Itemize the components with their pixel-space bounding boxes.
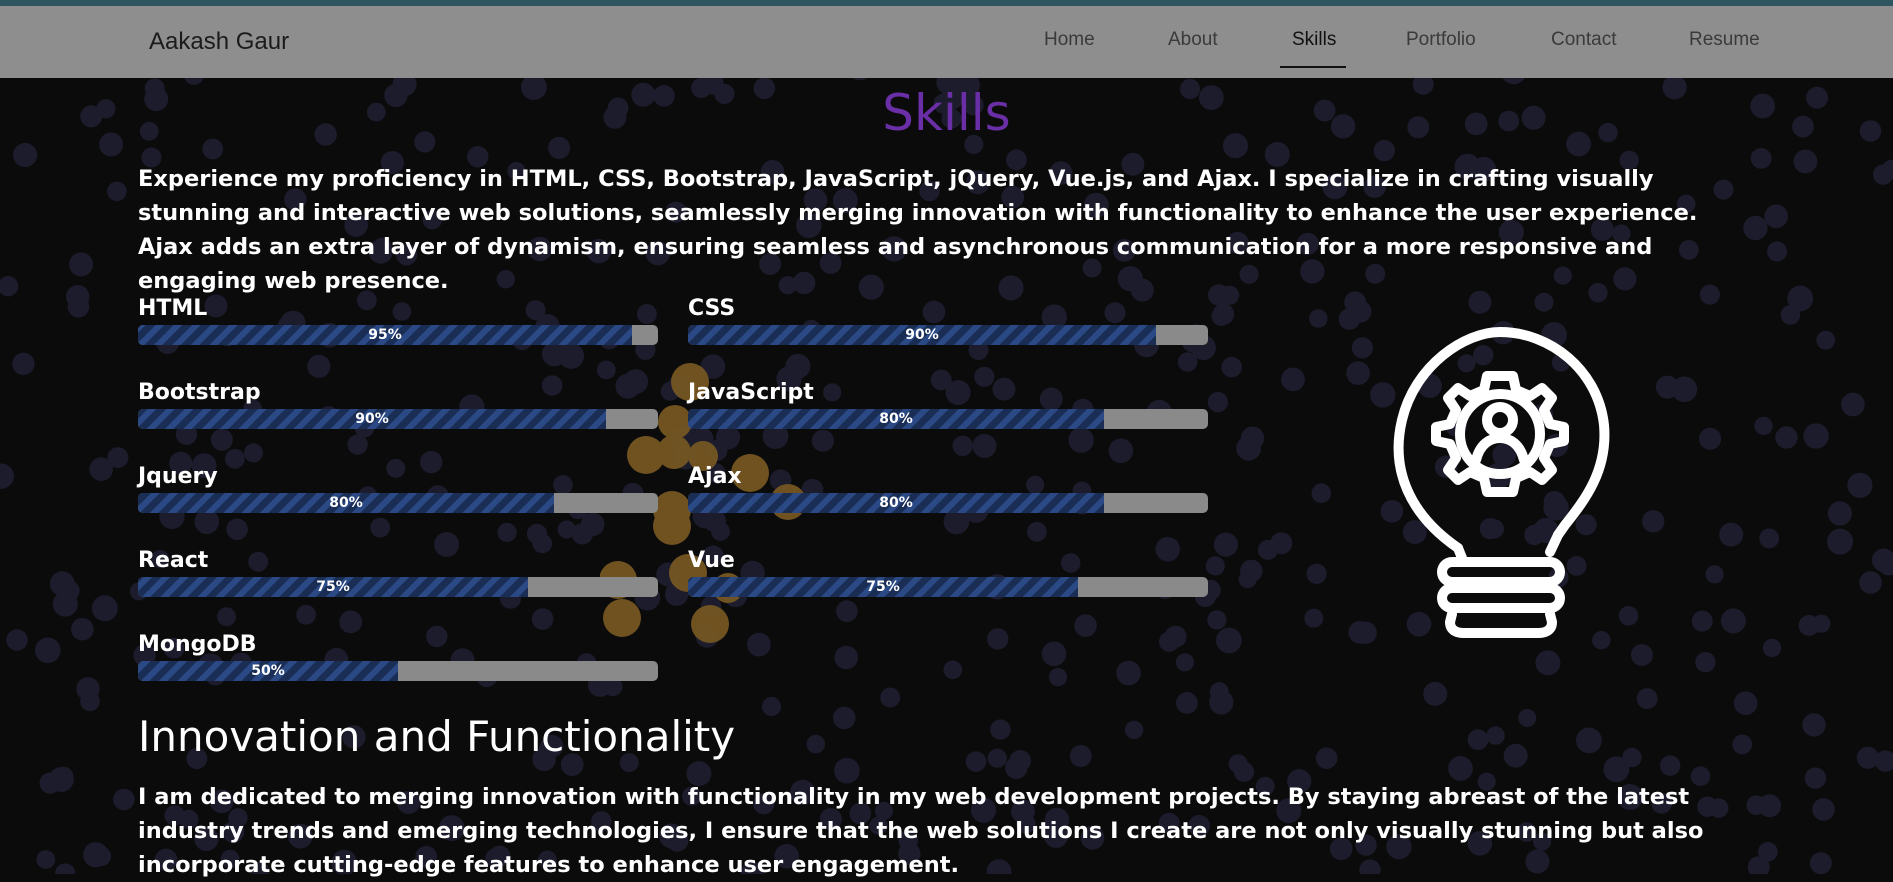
skill-progress-bar: 90% <box>688 325 1208 345</box>
nav-link-portfolio[interactable]: Portfolio <box>1406 29 1476 51</box>
skill-percent: 75% <box>866 579 900 595</box>
skill-percent: 90% <box>905 327 939 343</box>
skill-label: Ajax <box>688 464 742 489</box>
skill-ajax: Ajax 80% <box>688 464 1208 513</box>
skill-label: JavaScript <box>688 380 814 405</box>
page-title: Skills <box>882 84 1011 142</box>
skill-vue: Vue 75% <box>688 548 1208 597</box>
skill-progress-bar: 75% <box>688 577 1208 597</box>
skill-progress-bar: 75% <box>138 577 658 597</box>
skill-percent: 90% <box>355 411 389 427</box>
nav-link-skills[interactable]: Skills <box>1292 29 1336 51</box>
skill-progress-bar: 95% <box>138 325 658 345</box>
skill-label: CSS <box>688 296 736 321</box>
skill-react: React 75% <box>138 548 658 597</box>
skill-percent: 50% <box>251 663 285 679</box>
skill-percent: 80% <box>879 411 913 427</box>
skill-progress-bar: 80% <box>138 493 658 513</box>
skill-label: Bootstrap <box>138 380 261 405</box>
skill-percent: 80% <box>329 495 363 511</box>
innovation-heading: Innovation and Functionality <box>138 712 736 761</box>
nav-link-home[interactable]: Home <box>1044 29 1095 51</box>
skill-label: MongoDB <box>138 632 257 657</box>
nav-link-resume[interactable]: Resume <box>1689 29 1760 51</box>
skill-percent: 75% <box>316 579 350 595</box>
skill-percent: 95% <box>368 327 402 343</box>
skills-page: Skills Experience my proficiency in HTML… <box>0 0 1893 878</box>
nav-link-contact[interactable]: Contact <box>1551 29 1616 51</box>
skill-mongodb: MongoDB 50% <box>138 632 658 681</box>
skill-label: Jquery <box>138 464 218 489</box>
skill-label: HTML <box>138 296 208 321</box>
lightbulb-gear-user-icon <box>1393 327 1610 638</box>
skill-progress-bar: 80% <box>688 493 1208 513</box>
skill-jquery: Jquery 80% <box>138 464 658 513</box>
brand-name[interactable]: Aakash Gaur <box>149 28 289 56</box>
skill-css: CSS 90% <box>688 296 1208 345</box>
skill-label: Vue <box>688 548 735 573</box>
skill-label: React <box>138 548 209 573</box>
skill-html: HTML 95% <box>138 296 658 345</box>
skill-percent: 80% <box>879 495 913 511</box>
skill-javascript: JavaScript 80% <box>688 380 1208 429</box>
skill-progress-bar: 50% <box>138 661 658 681</box>
nav-link-about[interactable]: About <box>1168 29 1218 51</box>
skill-bootstrap: Bootstrap 90% <box>138 380 658 429</box>
skills-intro-text: Experience my proficiency in HTML, CSS, … <box>138 166 1698 294</box>
navbar: Aakash Gaur Home About Skills Portfolio … <box>0 6 1893 78</box>
skill-progress-bar: 80% <box>688 409 1208 429</box>
skill-progress-bar: 90% <box>138 409 658 429</box>
active-nav-indicator <box>1280 66 1346 68</box>
innovation-text: I am dedicated to merging innovation wit… <box>138 784 1704 878</box>
